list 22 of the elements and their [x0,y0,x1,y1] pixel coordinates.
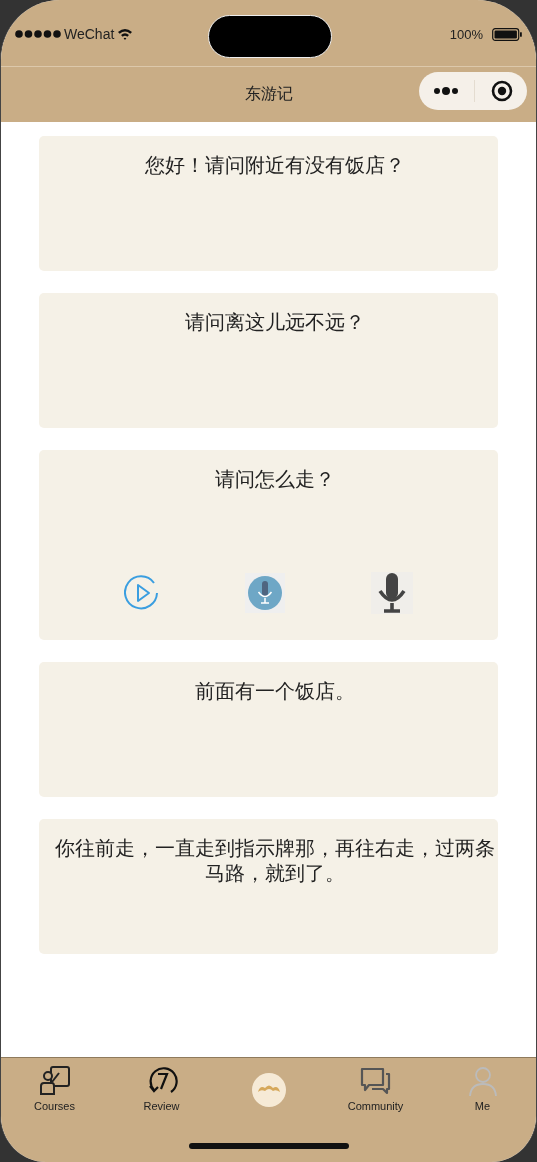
chat-bubbles-icon [359,1066,392,1096]
battery-icon [492,27,522,41]
sentence-text: 您好！请问附近有没有饭店？ [143,153,405,178]
tab-item[interactable]: Review [131,1066,192,1112]
teacher-board-icon [38,1066,71,1096]
carrier-name: WeChat [64,26,115,42]
battery-percent: 100% [449,26,483,42]
tab-item[interactable]: Courses [24,1066,85,1112]
page-title: 东游记 [244,84,293,105]
sentence-text: 请问怎么走？ [213,467,335,492]
more-icon[interactable] [432,86,459,96]
wifi-icon [117,28,134,40]
tab-item[interactable]: Community [345,1066,406,1112]
sentence-text: 你往前走，一直走到指示牌那，再往右走，过两条马路，就到了。 [53,836,496,886]
sentence-text: 请问离这儿远不远？ [183,310,365,335]
person-icon [466,1066,499,1096]
microphone-icon[interactable] [245,573,286,613]
tab-item[interactable]: Me [452,1066,513,1112]
close-icon[interactable] [491,80,514,102]
play-icon[interactable] [123,575,160,611]
signal-icon [15,30,61,38]
sentence-text: 前面有一个饭店。 [193,679,355,704]
